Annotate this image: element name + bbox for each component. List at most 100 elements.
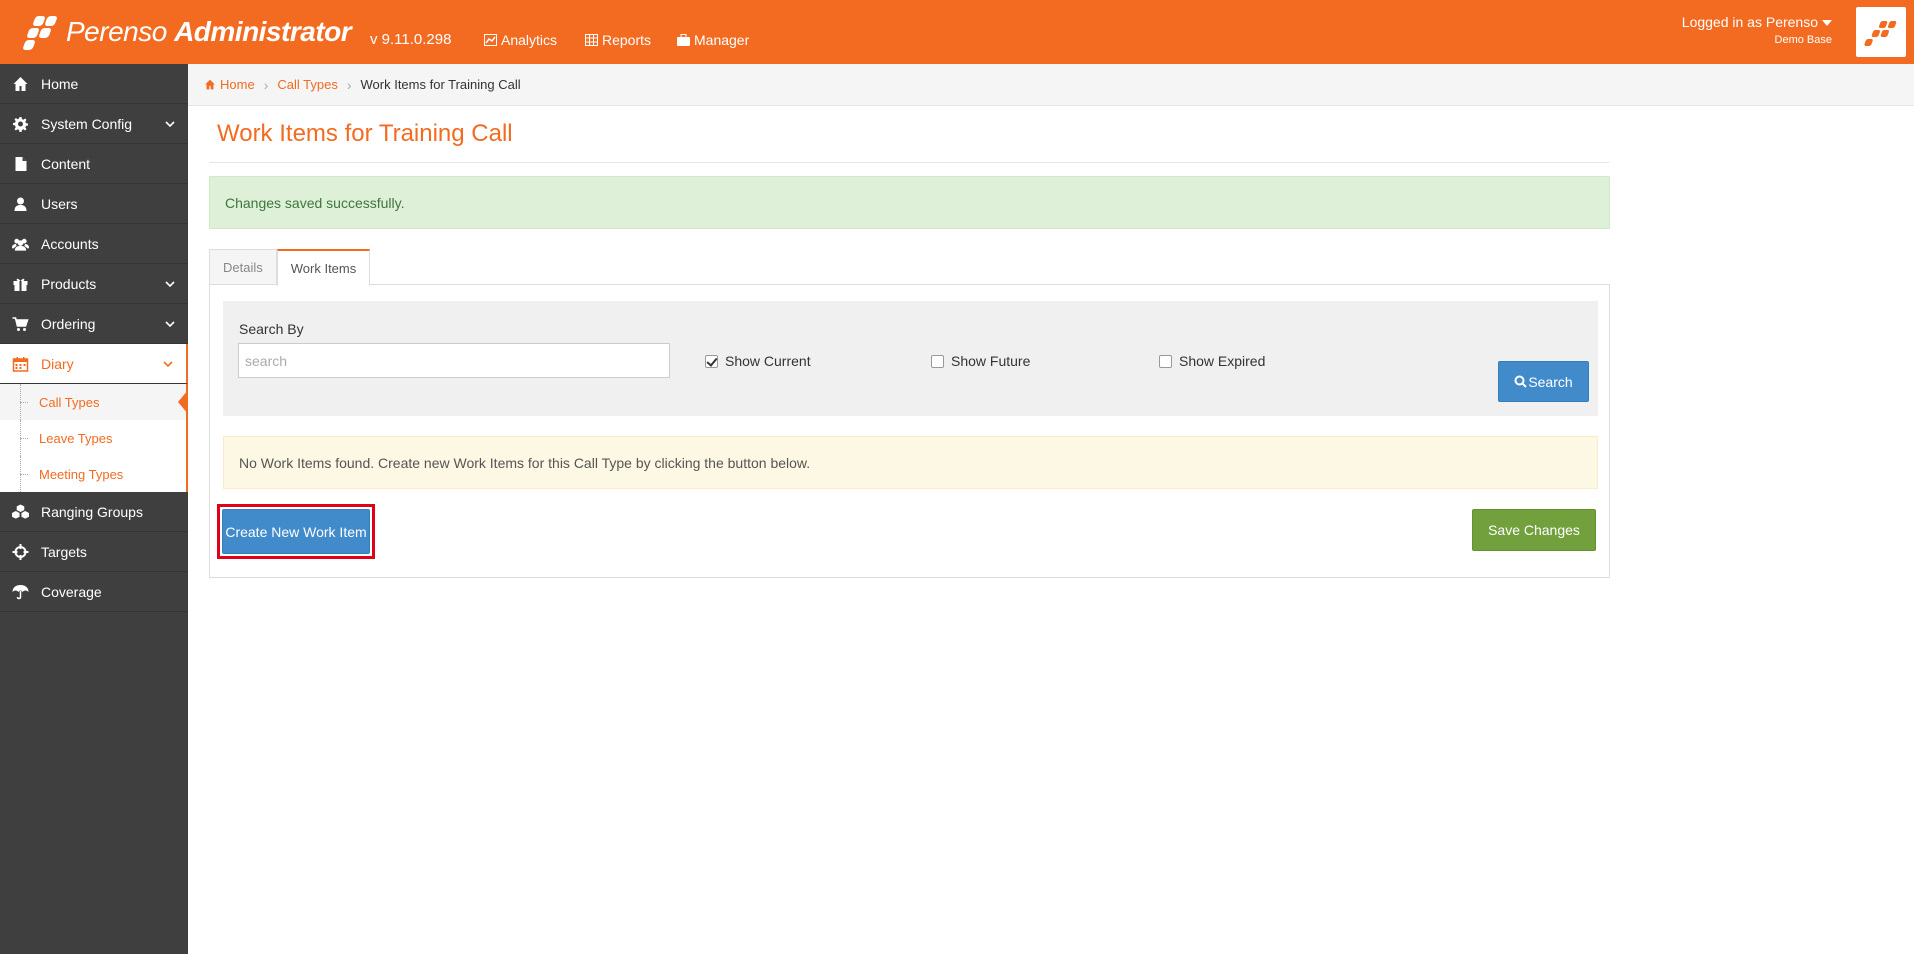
empty-state-alert: No Work Items found. Create new Work Ite… <box>223 436 1598 489</box>
umbrella-icon <box>12 584 29 599</box>
sidebar-item-content[interactable]: Content <box>0 144 188 184</box>
show-expired-label: Show Expired <box>1179 353 1266 369</box>
gear-icon <box>13 116 28 132</box>
sidebar-item-system-config[interactable]: System Config <box>0 104 188 144</box>
show-current-checkbox[interactable]: Show Current <box>705 353 811 369</box>
breadcrumb-home-label: Home <box>220 77 255 92</box>
sidebar-item-label: Products <box>41 275 97 292</box>
home-icon <box>13 76 28 91</box>
nav-analytics-label: Analytics <box>501 32 558 48</box>
user-menu[interactable]: Logged in as Perenso Demo Base <box>1682 14 1832 46</box>
work-items-panel: Search By Show Current Show Future Show … <box>209 284 1610 578</box>
briefcase-icon <box>677 34 690 46</box>
search-input[interactable] <box>238 343 670 378</box>
logo-mark-icon <box>1864 21 1897 46</box>
sidebar-item-targets[interactable]: Targets <box>0 532 188 572</box>
nav-manager-label: Manager <box>694 32 750 48</box>
chevron-down-icon <box>163 361 173 368</box>
user-base: Demo Base <box>1774 34 1832 46</box>
caret-down-icon <box>1822 20 1832 27</box>
checkbox-icon <box>931 354 944 368</box>
nav-reports[interactable]: Reports <box>585 32 651 48</box>
show-current-label: Show Current <box>725 353 811 369</box>
search-panel: Search By Show Current Show Future Show … <box>223 301 1598 416</box>
table-icon <box>585 34 598 46</box>
search-button-label: Search <box>1528 373 1573 390</box>
sidebar: Home System Config Content Users Account… <box>0 64 188 954</box>
tab-details[interactable]: Details <box>209 249 277 285</box>
breadcrumb-separator-icon: › <box>346 76 352 93</box>
breadcrumb-current: Work Items for Training Call <box>360 77 521 92</box>
checkbox-checked-icon <box>705 354 718 368</box>
show-future-label: Show Future <box>951 353 1031 369</box>
chart-icon <box>484 34 497 46</box>
sidebar-item-ranging-groups[interactable]: Ranging Groups <box>0 492 188 532</box>
chevron-down-icon <box>165 121 175 128</box>
file-icon <box>15 156 27 171</box>
sidebar-item-ordering[interactable]: Ordering <box>0 304 188 344</box>
save-changes-button[interactable]: Save Changes <box>1472 509 1596 551</box>
checkbox-icon <box>1159 354 1172 368</box>
gift-icon <box>13 278 28 291</box>
sidebar-item-accounts[interactable]: Accounts <box>0 224 188 264</box>
cubes-icon <box>12 503 29 519</box>
user-icon <box>14 197 27 211</box>
sidebar-item-label: Content <box>41 155 91 172</box>
show-expired-checkbox[interactable]: Show Expired <box>1159 353 1265 369</box>
users-icon <box>12 238 29 251</box>
sidebar-subitem-label: Leave Types <box>39 430 113 446</box>
empty-state-message: No Work Items found. Create new Work Ite… <box>239 454 811 471</box>
show-future-checkbox[interactable]: Show Future <box>931 353 1030 369</box>
chevron-down-icon <box>165 321 175 328</box>
sidebar-item-label: Ranging Groups <box>41 503 143 520</box>
sidebar-item-diary[interactable]: Diary <box>0 344 188 384</box>
search-label: Search By <box>239 321 304 337</box>
top-bar: Perenso Administrator v 9.11.0.298 Analy… <box>0 0 1914 64</box>
sidebar-subitem-label: Meeting Types <box>39 466 124 482</box>
sidebar-item-users[interactable]: Users <box>0 184 188 224</box>
sidebar-item-label: Diary <box>41 355 74 372</box>
app-logo[interactable]: Perenso Administrator <box>22 12 352 52</box>
divider <box>209 162 1609 163</box>
sidebar-subitem-label: Call Types <box>39 394 100 410</box>
sidebar-item-label: Home <box>41 75 79 92</box>
crosshairs-icon <box>12 543 29 560</box>
sidebar-item-label: System Config <box>41 115 133 132</box>
version-label: v 9.11.0.298 <box>370 31 452 48</box>
sidebar-item-home[interactable]: Home <box>0 64 188 104</box>
success-message: Changes saved successfully. <box>225 194 405 211</box>
search-button[interactable]: Search <box>1498 361 1589 402</box>
success-alert: Changes saved successfully. <box>209 176 1610 229</box>
breadcrumb-separator-icon: › <box>263 76 269 93</box>
breadcrumb: Home › Call Types › Work Items for Train… <box>188 64 1914 106</box>
logo-text: Perenso Administrator <box>66 16 352 47</box>
nav-reports-label: Reports <box>602 32 652 48</box>
home-icon <box>205 79 215 90</box>
breadcrumb-call-types[interactable]: Call Types <box>277 77 337 92</box>
sidebar-item-products[interactable]: Products <box>0 264 188 304</box>
sidebar-item-label: Coverage <box>41 583 102 600</box>
calendar-icon <box>12 356 29 372</box>
current-indicator-icon <box>178 390 188 414</box>
sidebar-item-coverage[interactable]: Coverage <box>0 572 188 612</box>
create-work-item-button[interactable]: Create New Work Item <box>222 509 370 554</box>
sidebar-item-label: Accounts <box>41 235 99 252</box>
sidebar-subitem-call-types[interactable]: Call Types <box>0 384 188 420</box>
tab-work-items[interactable]: Work Items <box>276 249 371 286</box>
page-title: Work Items for Training Call <box>217 120 513 147</box>
sidebar-subitem-leave-types[interactable]: Leave Types <box>0 420 186 456</box>
user-label: Logged in as Perenso <box>1681 14 1818 30</box>
sidebar-item-label: Users <box>41 195 78 212</box>
breadcrumb-home[interactable]: Home <box>204 77 255 92</box>
avatar[interactable] <box>1856 7 1906 57</box>
cart-icon <box>12 316 29 331</box>
sidebar-item-label: Ordering <box>41 315 96 332</box>
search-icon <box>1514 375 1528 388</box>
tab-bar: Details Work Items <box>209 249 371 286</box>
sidebar-subitem-meeting-types[interactable]: Meeting Types <box>0 456 186 492</box>
nav-analytics[interactable]: Analytics <box>484 32 557 48</box>
diary-submenu: Call Types Leave Types Meeting Types <box>0 384 188 492</box>
sidebar-item-label: Targets <box>41 543 87 560</box>
nav-manager[interactable]: Manager <box>677 32 749 48</box>
chevron-down-icon <box>165 281 175 288</box>
